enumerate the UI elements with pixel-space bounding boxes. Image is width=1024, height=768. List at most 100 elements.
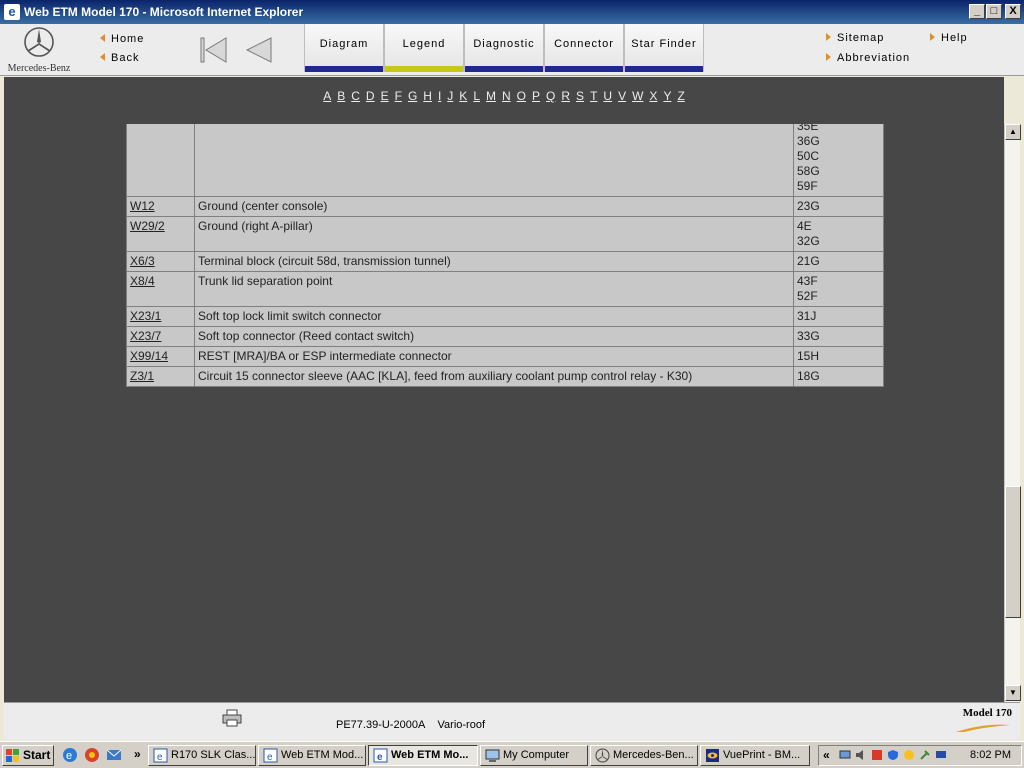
arrow-left-icon (100, 53, 105, 61)
component-code-cell: X8/4 (126, 271, 195, 307)
table-row: X6/3 Terminal block (circuit 58d, transmi… (126, 251, 884, 272)
component-description: Soft top connector (Reed contact switch) (194, 326, 794, 347)
arrow-right-icon (826, 33, 831, 41)
alphabet-link-v[interactable]: V (618, 89, 626, 103)
alphabet-link-u[interactable]: U (603, 89, 612, 103)
svg-text:e: e (157, 752, 163, 763)
abbreviation-link[interactable]: Abbreviation (826, 52, 910, 64)
grid-location: 36G (797, 134, 820, 148)
alphabet-link-o[interactable]: O (517, 89, 526, 103)
home-link[interactable]: Home (100, 33, 144, 45)
tab-diagram[interactable]: Diagram (304, 24, 384, 72)
alphabet-link-f[interactable]: F (395, 89, 402, 103)
alphabet-link-e[interactable]: E (381, 89, 389, 103)
scroll-up-button[interactable]: ▲ (1005, 124, 1021, 140)
alphabet-link-h[interactable]: H (423, 89, 432, 103)
component-code-link[interactable]: X23/7 (130, 329, 161, 343)
tab-star-finder[interactable]: Star Finder (624, 24, 704, 72)
alphabet-link-t[interactable]: T (590, 89, 597, 103)
scroll-down-button[interactable]: ▼ (1005, 685, 1021, 701)
alphabet-link-q[interactable]: Q (546, 89, 555, 103)
legend-table: 35E 36G 50C 58G 59F W12 Ground (center console… (126, 118, 884, 387)
window-title-bar[interactable]: e Web ETM Model 170 - Microsoft Internet… (0, 0, 1024, 24)
alphabet-link-j[interactable]: J (447, 89, 453, 103)
task-mercedes-benz[interactable]: Mercedes-Ben... (590, 745, 698, 766)
close-button[interactable]: X (1005, 4, 1021, 19)
vertical-scrollbar[interactable]: ▲ ▼ (1004, 124, 1021, 702)
task-r170-slk[interactable]: e R170 SLK Clas... (148, 745, 256, 766)
alphabet-link-y[interactable]: Y (663, 89, 671, 103)
component-code-link[interactable]: X99/14 (130, 349, 168, 363)
help-link[interactable]: Help (930, 32, 968, 44)
task-my-computer[interactable]: My Computer (480, 745, 588, 766)
component-code-cell: W29/2 (126, 216, 195, 252)
network-icon[interactable] (839, 749, 851, 761)
tab-connector[interactable]: Connector (544, 24, 624, 72)
alphabet-link-r[interactable]: R (561, 89, 570, 103)
alphabet-link-p[interactable]: P (532, 89, 540, 103)
volume-icon[interactable] (855, 749, 867, 761)
maximize-button[interactable]: □ (986, 4, 1002, 19)
quicklaunch-more[interactable]: » (134, 747, 141, 761)
printer-icon[interactable] (222, 709, 242, 727)
component-code-link[interactable]: X23/1 (130, 309, 161, 323)
component-code-link[interactable]: Z3/1 (130, 369, 154, 383)
etm-header: Mercedes-Benz Home Back Diagram Legend D… (0, 24, 1024, 76)
grid-location: 32G (797, 234, 820, 248)
grid-location-cell: 33G (793, 326, 884, 347)
sitemap-link[interactable]: Sitemap (826, 32, 884, 44)
task-web-etm-1[interactable]: e Web ETM Mod... (258, 745, 366, 766)
outlook-quicklaunch-icon[interactable] (106, 747, 122, 763)
scroll-thumb[interactable] (1005, 486, 1021, 618)
logo-text: Mercedes-Benz (7, 63, 71, 74)
tab-legend[interactable]: Legend (384, 24, 464, 72)
grid-location-cell: 35E 36G 50C 58G 59F (793, 118, 884, 197)
document-id: PE77.39-U-2000A (336, 719, 426, 731)
task-web-etm-2[interactable]: e Web ETM Mo... (368, 745, 478, 766)
alphabet-link-l[interactable]: L (473, 89, 480, 103)
security-shield-icon[interactable] (887, 749, 899, 761)
grid-location: 33G (797, 329, 820, 343)
alphabet-link-x[interactable]: X (649, 89, 657, 103)
alphabet-link-g[interactable]: G (408, 89, 417, 103)
clock: 8:02 PM (970, 749, 1011, 761)
swoosh-logo-icon (956, 724, 1010, 732)
component-code-cell: Z3/1 (126, 366, 195, 387)
alphabet-index: ABCDEFGHIJKLMNOPQRSTUVWXYZ (4, 89, 1004, 103)
tools-icon[interactable] (919, 749, 931, 761)
alphabet-link-m[interactable]: M (486, 89, 496, 103)
alphabet-link-z[interactable]: Z (677, 89, 684, 103)
minimize-button[interactable]: _ (969, 4, 985, 19)
alphabet-link-a[interactable]: A (323, 89, 331, 103)
tray-expand-button[interactable]: « (823, 748, 830, 762)
alphabet-link-i[interactable]: I (438, 89, 441, 103)
component-code-link[interactable]: W12 (130, 199, 155, 213)
previous-page-icon[interactable] (244, 36, 274, 64)
alert-icon[interactable] (903, 749, 915, 761)
alphabet-link-d[interactable]: D (366, 89, 375, 103)
media-player-quicklaunch-icon[interactable] (84, 747, 100, 763)
arrow-right-icon (930, 33, 935, 41)
grid-location: 18G (797, 369, 820, 383)
first-page-icon[interactable] (198, 36, 230, 64)
alphabet-link-k[interactable]: K (459, 89, 467, 103)
component-code-link[interactable]: W29/2 (130, 219, 165, 233)
vueprint-eye-icon (706, 749, 719, 762)
grid-location: 50C (797, 149, 820, 163)
alphabet-link-c[interactable]: C (351, 89, 360, 103)
back-link[interactable]: Back (100, 52, 139, 64)
alphabet-link-s[interactable]: S (576, 89, 584, 103)
alphabet-link-n[interactable]: N (502, 89, 511, 103)
start-button[interactable]: Start (2, 745, 54, 766)
component-code-link[interactable]: X8/4 (130, 274, 155, 288)
alphabet-link-w[interactable]: W (632, 89, 643, 103)
grid-location-cell: 43F 52F (793, 271, 884, 307)
tab-diagnostic[interactable]: Diagnostic (464, 24, 544, 72)
display-icon[interactable] (935, 749, 947, 761)
component-code-link[interactable]: X6/3 (130, 254, 155, 268)
grid-location-cell: 23G (793, 196, 884, 217)
task-vueprint[interactable]: VuePrint - BM... (700, 745, 810, 766)
internet-explorer-quicklaunch-icon[interactable]: e (62, 747, 78, 763)
antivirus-icon[interactable] (871, 749, 883, 761)
alphabet-link-b[interactable]: B (337, 89, 345, 103)
